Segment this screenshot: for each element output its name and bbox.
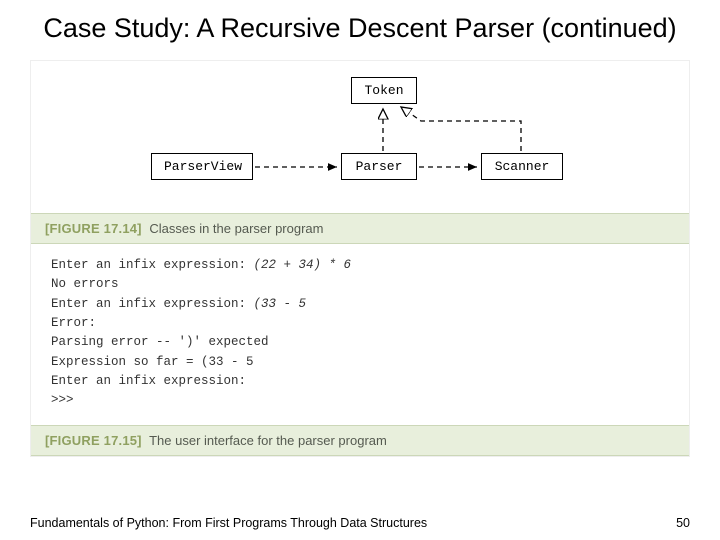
node-parser: Parser xyxy=(341,153,417,180)
console-line-8: >>> xyxy=(51,393,74,407)
console-line-1a: Enter an infix expression: xyxy=(51,258,254,272)
figure-block: Token ParserView Parser Scanner [FIGUR xyxy=(30,60,690,457)
footer-book-title: Fundamentals of Python: From First Progr… xyxy=(30,516,427,530)
class-diagram: Token ParserView Parser Scanner xyxy=(31,61,689,213)
figure-14-caption: [FIGURE 17.14] Classes in the parser pro… xyxy=(31,213,689,244)
slide-title: Case Study: A Recursive Descent Parser (… xyxy=(0,0,720,52)
node-scanner: Scanner xyxy=(481,153,563,180)
console-output: Enter an infix expression: (22 + 34) * 6… xyxy=(31,244,689,425)
console-line-3b: (33 - 5 xyxy=(254,297,307,311)
figure-15-text: The user interface for the parser progra… xyxy=(149,433,387,448)
figure-15-label: [FIGURE 17.15] xyxy=(45,433,142,448)
node-token: Token xyxy=(351,77,417,104)
node-parserview: ParserView xyxy=(151,153,253,180)
console-line-5: Parsing error -- ')' expected xyxy=(51,335,269,349)
console-line-7: Enter an infix expression: xyxy=(51,374,246,388)
console-line-6: Expression so far = (33 - 5 xyxy=(51,355,254,369)
figure-15-caption: [FIGURE 17.15] The user interface for th… xyxy=(31,425,689,456)
console-line-2: No errors xyxy=(51,277,119,291)
console-line-4: Error: xyxy=(51,316,96,330)
footer-page-number: 50 xyxy=(676,516,690,530)
slide-footer: Fundamentals of Python: From First Progr… xyxy=(30,516,690,530)
figure-14-text: Classes in the parser program xyxy=(149,221,323,236)
figure-14-label: [FIGURE 17.14] xyxy=(45,221,142,236)
console-line-3a: Enter an infix expression: xyxy=(51,297,254,311)
console-line-1b: (22 + 34) * 6 xyxy=(254,258,352,272)
